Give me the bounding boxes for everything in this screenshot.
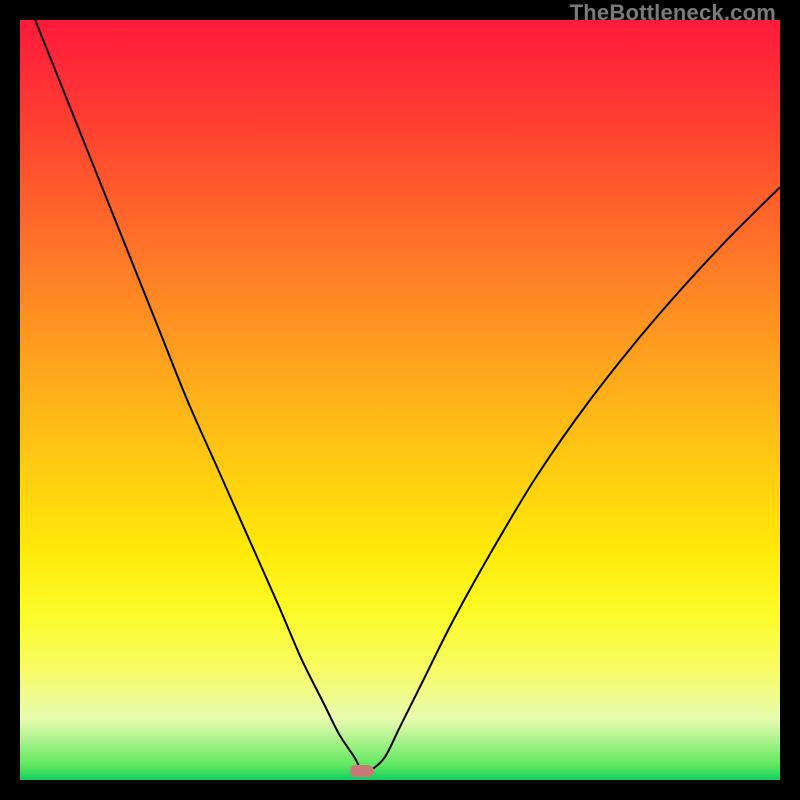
chart-plot-area <box>20 20 780 780</box>
minimum-marker <box>350 765 374 777</box>
bottleneck-curve <box>35 20 780 773</box>
chart-svg <box>20 20 780 780</box>
